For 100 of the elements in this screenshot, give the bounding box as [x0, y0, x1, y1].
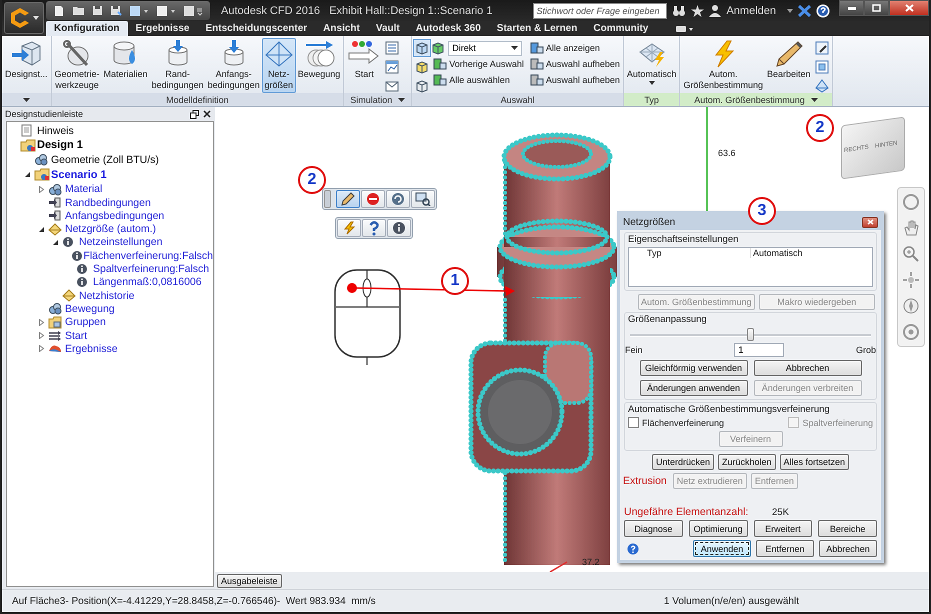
- star-icon[interactable]: [691, 4, 704, 16]
- tree-item[interactable]: Netzhistorie: [79, 290, 134, 302]
- ribbon-tab[interactable]: Autodesk 360: [408, 21, 489, 36]
- ribbon-button[interactable]: Netz- größen: [262, 38, 296, 93]
- tree-item[interactable]: Ergebnisse: [65, 342, 118, 355]
- tree-item[interactable]: Material: [65, 183, 102, 196]
- table-cell-text: Automatisch: [752, 248, 803, 258]
- tree-item[interactable]: Design 1: [37, 139, 83, 152]
- search-field[interactable]: Stichwort oder Frage eingeben: [533, 2, 668, 18]
- collapse-arrow-icon[interactable]: [52, 238, 59, 246]
- slider-thumb[interactable]: [746, 328, 754, 341]
- dialog-button[interactable]: Diagnose: [624, 520, 683, 537]
- tree-item[interactable]: Scenario 1: [51, 168, 107, 181]
- dialog-button[interactable]: Abbrechen: [819, 540, 877, 557]
- checkbox[interactable]: [628, 417, 639, 428]
- tree-item[interactable]: Start: [65, 330, 88, 342]
- dialog-button[interactable]: Zurückholen: [718, 454, 776, 470]
- size-input[interactable]: 1: [734, 343, 784, 357]
- dialog-button[interactable]: Optimierung: [688, 520, 748, 537]
- ribbon-button[interactable]: Start: [345, 38, 384, 93]
- dialog-button[interactable]: Änderungen anwenden: [640, 380, 748, 396]
- ribbon-button[interactable]: Bearbeiten: [764, 38, 813, 93]
- toolbar-button[interactable]: [383, 39, 402, 57]
- ribbon-button[interactable]: Automatisch: [624, 38, 678, 93]
- tree-item[interactable]: Geometrie (Zoll BTU/s): [51, 154, 159, 166]
- ribbon-tab[interactable]: Entscheidungscenter: [197, 21, 316, 36]
- collapse-arrow-icon[interactable]: [24, 171, 31, 178]
- close-button[interactable]: [862, 216, 878, 228]
- navigation-tool-button[interactable]: [901, 322, 921, 342]
- dialog-button[interactable]: Unterdrücken: [652, 454, 714, 470]
- tree-item[interactable]: Randbedingungen: [65, 196, 151, 209]
- toolbar-button[interactable]: [413, 39, 432, 57]
- ribbon-button[interactable]: Designst...: [3, 38, 50, 93]
- expand-arrow-icon[interactable]: [38, 186, 45, 193]
- ribbon-tab[interactable]: Starten & Lernen: [488, 21, 586, 36]
- sign-in-button[interactable]: Anmelden: [726, 4, 782, 16]
- dialog-button[interactable]: Gleichförmig verwenden: [640, 360, 748, 376]
- ribbon-tab[interactable]: Konfiguration: [46, 21, 128, 36]
- dialog-button[interactable]: Entfernen: [756, 540, 814, 557]
- ribbon-tab[interactable]: Community: [585, 21, 656, 36]
- ribbon-button[interactable]: Anfangs- bedingungen: [206, 38, 262, 93]
- toolbar-button[interactable]: [383, 58, 402, 76]
- ribbon-tab[interactable]: Ergebnisse: [128, 21, 198, 36]
- dialog-button[interactable]: Alles fortsetzen: [780, 454, 850, 470]
- help-icon[interactable]: [816, 4, 830, 18]
- size-slider[interactable]: [630, 327, 871, 343]
- caret-icon[interactable]: [22, 98, 30, 102]
- tree-item[interactable]: Netzgröße (autom.): [65, 223, 156, 236]
- navigation-tool-button[interactable]: [901, 192, 921, 212]
- ribbon-button[interactable]: Bewegung: [296, 38, 342, 93]
- close-icon[interactable]: [203, 110, 211, 118]
- tool-button[interactable]: [387, 219, 411, 237]
- ribbon-button[interactable]: Geometrie- werkzeuge: [52, 38, 102, 93]
- application-menu-button[interactable]: [4, 2, 44, 34]
- ribbon-button[interactable]: Alle anzeigen: [528, 40, 622, 56]
- ribbon-button[interactable]: Rand- bedingungen: [150, 38, 206, 93]
- tool-button[interactable]: [386, 190, 410, 208]
- tree-item[interactable]: Längenmaß:0,0816006: [93, 276, 202, 288]
- ribbon-button[interactable]: Auswahl aufheben: [528, 56, 622, 72]
- user-icon: [709, 4, 722, 17]
- collapse-arrow-icon[interactable]: [38, 226, 45, 233]
- toolbar-button[interactable]: [812, 39, 831, 57]
- tree-item[interactable]: Gruppen: [65, 316, 106, 328]
- ribbon-button[interactable]: Auswahl aufheben: [528, 72, 622, 88]
- ribbon-button[interactable]: Alle auswählen: [431, 72, 526, 88]
- minimize-button[interactable]: [839, 0, 864, 16]
- binoculars-icon[interactable]: [672, 4, 686, 16]
- tree-item[interactable]: Spaltverfeinerung:Falsch: [93, 263, 210, 276]
- tool-button[interactable]: [336, 190, 360, 208]
- tree-item[interactable]: Hinweis: [37, 124, 74, 137]
- navigation-tool-button[interactable]: [901, 296, 921, 316]
- tree-item[interactable]: Bewegung: [65, 302, 115, 315]
- caret-icon[interactable]: [810, 98, 818, 102]
- tool-button[interactable]: [362, 219, 386, 237]
- ribbon-button[interactable]: Vorherige Auswahl: [431, 56, 526, 72]
- dialog-button[interactable]: Bereiche: [818, 520, 877, 537]
- output-bar-button[interactable]: Ausgabeleiste: [217, 574, 282, 588]
- dialog-button[interactable]: Erweitert: [754, 520, 812, 537]
- maximize-button[interactable]: [864, 0, 889, 16]
- expand-arrow-icon[interactable]: [38, 332, 45, 339]
- ribbon-button[interactable]: Autom. Größenbestimmung: [681, 38, 765, 93]
- tree-item[interactable]: Netzeinstellungen: [79, 236, 162, 248]
- ribbon-tab[interactable]: Ansicht: [315, 21, 368, 36]
- tree-item[interactable]: Flächenverfeinerung:Falsch: [83, 250, 213, 262]
- expand-arrow-icon[interactable]: [38, 318, 45, 326]
- dialog-button[interactable]: Abbrechen: [754, 360, 862, 376]
- toolbar-grip[interactable]: [324, 190, 331, 208]
- navigation-tool-button[interactable]: [901, 244, 921, 264]
- expand-arrow-icon[interactable]: [38, 345, 45, 352]
- ribbon-button[interactable]: Materialien: [102, 38, 150, 93]
- tree-item[interactable]: Anfangsbedingungen: [65, 210, 164, 222]
- tool-button[interactable]: [361, 190, 385, 208]
- selection-mode-dropdown[interactable]: Direkt: [448, 40, 522, 56]
- close-button[interactable]: [889, 0, 929, 16]
- dialog-button[interactable]: Anwenden: [693, 540, 751, 557]
- caret-icon[interactable]: [787, 8, 793, 12]
- ribbon-tab[interactable]: Vault: [368, 21, 408, 36]
- caret-icon[interactable]: [398, 98, 406, 102]
- restore-icon[interactable]: [190, 110, 199, 118]
- tool-button[interactable]: [411, 190, 435, 208]
